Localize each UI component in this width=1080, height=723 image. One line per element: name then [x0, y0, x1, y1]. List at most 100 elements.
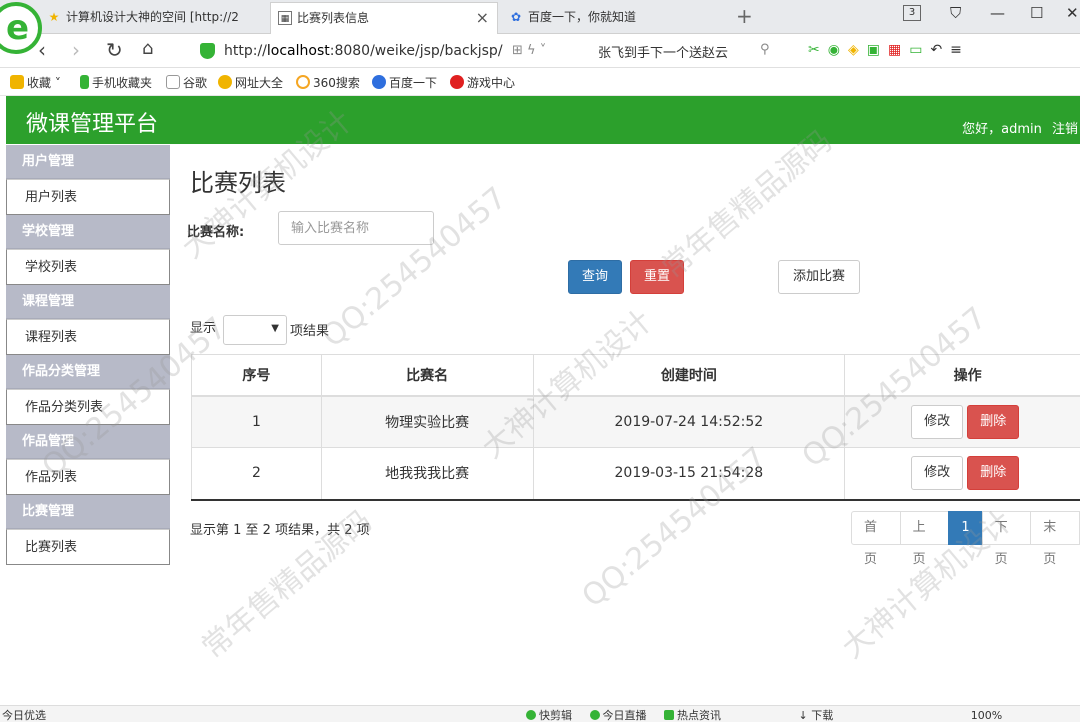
coupon-icon[interactable]: ◈: [848, 42, 867, 58]
new-tab-button[interactable]: +: [736, 4, 753, 28]
pager-page-1[interactable]: 1: [948, 511, 982, 545]
shield-icon: [200, 43, 215, 59]
scissors-icon[interactable]: ✂: [808, 42, 828, 58]
search-suggestion[interactable]: 张飞到手下一个送赵云: [598, 42, 728, 61]
back-icon[interactable]: ‹: [38, 38, 46, 62]
close-tab-icon[interactable]: ×: [476, 3, 489, 33]
column-header-id[interactable]: 序号: [192, 355, 322, 396]
pager-next[interactable]: 下页: [982, 511, 1032, 545]
sidebar: 用户管理 用户列表 学校管理 学校列表 课程管理 课程列表 作品分类管理 作品分…: [6, 145, 170, 565]
pagination: 首页 上页 1 下页 末页: [851, 511, 1080, 545]
battery-icon[interactable]: ▭: [909, 42, 930, 58]
query-button[interactable]: 查询: [568, 260, 622, 294]
tab-count-badge[interactable]: 3: [903, 5, 921, 21]
sidebar-item-school-list[interactable]: 学校列表: [6, 249, 170, 285]
user-info: 您好，admin 注销: [956, 118, 1078, 137]
column-header-created[interactable]: 创建时间: [533, 355, 845, 396]
close-window-icon[interactable]: ✕: [1066, 4, 1079, 22]
sidebar-group-course[interactable]: 课程管理: [6, 285, 170, 319]
pager-last[interactable]: 末页: [1030, 511, 1080, 545]
sidebar-item-user-list[interactable]: 用户列表: [6, 179, 170, 215]
apps-icon[interactable]: ▦: [888, 42, 909, 58]
bookmark-mobile[interactable]: 手机收藏夹: [80, 74, 152, 91]
cell-name: 物理实验比赛: [321, 396, 533, 448]
sidebar-group-work-category[interactable]: 作品分类管理: [6, 355, 170, 389]
home-icon[interactable]: ⌂: [142, 38, 153, 59]
sidebar-group-contest[interactable]: 比赛管理: [6, 495, 170, 529]
translate-icon[interactable]: ◉: [828, 42, 848, 58]
contest-name-input[interactable]: [278, 211, 434, 245]
phone-icon: [80, 75, 89, 89]
sidebar-group-school[interactable]: 学校管理: [6, 215, 170, 249]
undo-icon[interactable]: ↶: [930, 42, 950, 58]
baidu-paw-icon: ✿: [509, 10, 523, 24]
delete-button[interactable]: 删除: [967, 456, 1019, 490]
logout-link[interactable]: 注销: [1052, 122, 1078, 137]
cell-id: 2: [192, 448, 322, 500]
menu-icon[interactable]: ≡: [950, 42, 970, 58]
browser-addressbar: ‹ › ↻ ⌂ http://localhost:8080/weike/jsp/…: [0, 34, 1080, 68]
edit-button[interactable]: 修改: [911, 456, 963, 490]
status-item-news[interactable]: 热点资讯: [664, 709, 721, 722]
tab-title: 计算机设计大神的空间 [http://2: [66, 10, 239, 24]
sidebar-item-work-category-list[interactable]: 作品分类列表: [6, 389, 170, 425]
star-icon: ★: [47, 10, 61, 24]
page-icon: [166, 75, 180, 89]
sidebar-item-contest-list[interactable]: 比赛列表: [6, 529, 170, 565]
sidebar-item-work-list[interactable]: 作品列表: [6, 459, 170, 495]
status-item-clip[interactable]: 快剪辑: [526, 709, 572, 722]
edit-button[interactable]: 修改: [911, 405, 963, 439]
bookmark-360[interactable]: 360搜索: [296, 74, 360, 91]
browser-toolbar-icons[interactable]: ✂◉◈▣▦▭↶≡: [808, 42, 970, 58]
cell-id: 1: [192, 396, 322, 448]
url-path: :8080/weike/jsp/backjsp/: [330, 43, 503, 59]
shirt-icon[interactable]: ⛉: [950, 4, 961, 22]
game-icon: [450, 75, 464, 89]
baidu-paw-icon: [372, 75, 386, 89]
column-header-name[interactable]: 比赛名: [321, 355, 533, 396]
reload-icon[interactable]: ↻: [106, 38, 123, 62]
browser-tab-1[interactable]: ★ 计算机设计大神的空间 [http://2: [40, 2, 268, 34]
grid-icon[interactable]: ⊞ ϟ ˅: [512, 43, 546, 58]
forward-icon[interactable]: ›: [72, 38, 80, 62]
sidebar-item-course-list[interactable]: 课程列表: [6, 319, 170, 355]
tab-title: 比赛列表信息: [297, 11, 369, 25]
page-length-select[interactable]: ▼: [223, 315, 287, 345]
bookmark-games[interactable]: 游戏中心: [450, 74, 515, 91]
browser-tab-3[interactable]: ✿ 百度一下，你就知道: [502, 2, 730, 34]
cell-actions: 修改删除: [845, 396, 1080, 448]
status-left[interactable]: 今日优选: [2, 707, 46, 723]
cell-created: 2019-07-24 14:52:52: [533, 396, 845, 448]
add-contest-button[interactable]: 添加比赛: [778, 260, 860, 294]
reset-button[interactable]: 重置: [630, 260, 684, 294]
browser-tabbar: e ★ 计算机设计大神的空间 [http://2 ▦ 比赛列表信息 × ✿ 百度…: [0, 0, 1080, 34]
cell-name: 地我我我比赛: [321, 448, 533, 500]
minimize-icon[interactable]: —: [990, 4, 1005, 22]
app-title: 微课管理平台: [26, 106, 158, 138]
user-greeting: 您好，admin: [962, 122, 1042, 137]
browser-tab-2[interactable]: ▦ 比赛列表信息 ×: [270, 2, 498, 34]
main-content: 比赛列表 比赛名称: 查询 重置 添加比赛 显示 ▼ 项结果 序号 比赛名 创建…: [170, 145, 1080, 705]
status-item-live[interactable]: 今日直播: [590, 709, 647, 722]
status-item-download[interactable]: ↓ 下载: [799, 709, 834, 722]
sidebar-group-work[interactable]: 作品管理: [6, 425, 170, 459]
sidebar-group-user[interactable]: 用户管理: [6, 145, 170, 179]
app-header: 微课管理平台 您好，admin 注销: [6, 96, 1080, 144]
bookmark-favorites[interactable]: 收藏 ˅: [10, 74, 61, 91]
delete-button[interactable]: 删除: [967, 405, 1019, 439]
column-header-actions[interactable]: 操作: [845, 355, 1080, 396]
maximize-icon[interactable]: ☐: [1030, 4, 1043, 22]
bookmark-portal[interactable]: 网址大全: [218, 74, 283, 91]
search-icon[interactable]: ⚲: [760, 42, 770, 57]
pager-first[interactable]: 首页: [851, 511, 901, 545]
bookmark-baidu[interactable]: 百度一下: [372, 74, 437, 91]
globe-icon: [218, 75, 232, 89]
pager-prev[interactable]: 上页: [900, 511, 950, 545]
bookmark-google[interactable]: 谷歌: [166, 74, 207, 91]
url-host: localhost: [267, 43, 330, 59]
page-title: 比赛列表: [190, 163, 286, 198]
table-info: 显示第 1 至 2 项结果，共 2 项: [190, 519, 370, 538]
length-suffix: 项结果: [290, 320, 329, 339]
image-icon[interactable]: ▣: [867, 42, 888, 58]
status-item-zoom[interactable]: 100%: [971, 709, 1002, 722]
